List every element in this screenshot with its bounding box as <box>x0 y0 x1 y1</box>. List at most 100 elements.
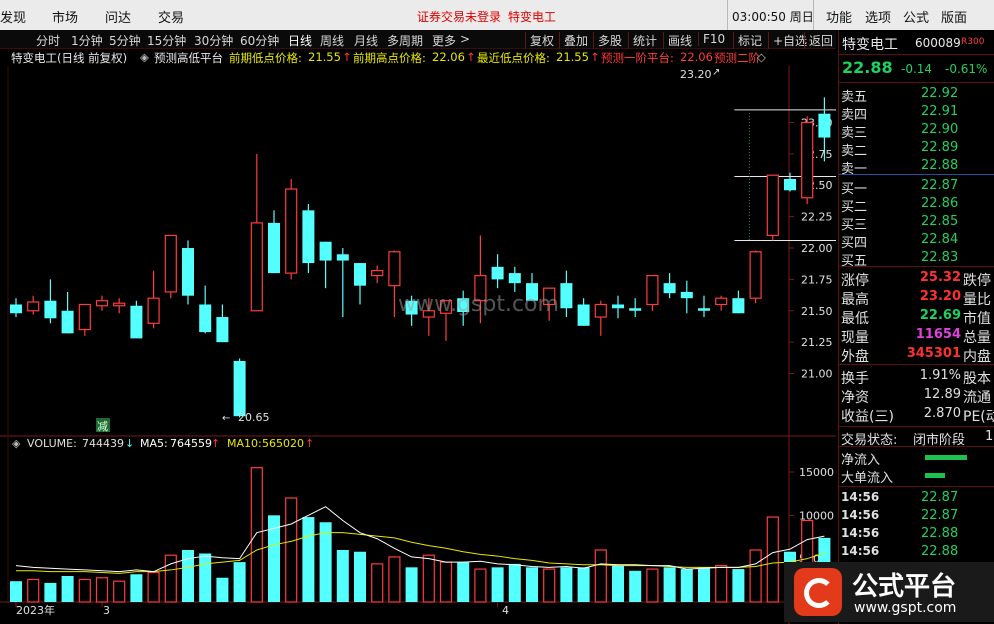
top-menu-bar: 发现 市场 问达 交易 证券交易未登录 特变电工 03:00:50 周日 功能 … <box>0 0 994 30</box>
volume-bar-down <box>130 574 143 602</box>
candle-body-up <box>801 121 814 199</box>
candle-body-down <box>216 317 229 343</box>
tick-price: 22.87 <box>921 490 959 505</box>
candle-body-up <box>766 174 779 237</box>
menu-function[interactable]: 功能 <box>826 7 852 26</box>
up-arrow-icon: ↑ <box>211 437 220 450</box>
sell-level-price: 22.90 <box>921 122 959 137</box>
tool-draw-line[interactable]: 画线 <box>663 32 692 49</box>
indicator-name[interactable]: 预测高低平台 <box>154 50 223 66</box>
tab-intraday[interactable]: 分时 <box>36 32 60 49</box>
tab-more[interactable]: 更多 <box>432 32 456 49</box>
menu-formula[interactable]: 公式 <box>903 7 929 26</box>
stat-value: 12.89 <box>923 387 961 402</box>
price-change: -0.14 <box>901 62 933 76</box>
volume-bar-down <box>732 569 745 602</box>
candle-body-down <box>680 291 693 299</box>
clock: 03:00:50 周日 <box>732 10 814 24</box>
date-label-year: 2023年 <box>16 603 55 617</box>
sell-level-label: 卖二 <box>841 144 868 159</box>
tab-30min[interactable]: 30分钟 <box>194 32 233 49</box>
candle-body-down <box>354 263 366 286</box>
stat-label: 最低 <box>841 311 869 327</box>
diamond-icon: ◇ <box>757 50 766 64</box>
volume-bar-down <box>560 567 573 602</box>
sell-level-price: 22.91 <box>921 104 959 119</box>
tool-multi-stock[interactable]: 多股 <box>593 32 622 49</box>
stat-value: 25.32 <box>919 270 961 285</box>
divider <box>813 0 814 30</box>
tool-adjust[interactable]: 复权 <box>525 32 554 49</box>
menu-wenda[interactable]: 问达 <box>105 7 131 26</box>
volume-bar-down <box>612 565 624 602</box>
menu-market[interactable]: 市场 <box>52 7 78 26</box>
stat-label: 净资 <box>841 390 869 406</box>
volume-bar-up <box>27 578 40 603</box>
stat-value: 2.870 <box>923 406 961 421</box>
tool-stats[interactable]: 统计 <box>628 32 657 49</box>
menu-discover[interactable]: 发现 <box>0 7 26 26</box>
tab-5min[interactable]: 5分钟 <box>109 32 141 49</box>
tool-back[interactable]: 返回 <box>804 32 833 49</box>
candle-body-down <box>268 222 280 274</box>
buy-level-label: 买三 <box>841 218 868 233</box>
tick-time: 14:56 <box>841 544 880 558</box>
stat-label: 涨停 <box>841 273 869 289</box>
settings-icon[interactable]: ◈ <box>140 50 149 64</box>
tool-f10[interactable]: F10 <box>698 32 725 46</box>
stat-label: 最高 <box>841 292 869 308</box>
volume-bar-up <box>543 568 556 603</box>
chevron-right-icon[interactable]: > <box>460 32 470 46</box>
candle-body-up <box>285 188 298 274</box>
buy-level-price: 22.87 <box>921 178 959 193</box>
volume-bar-down <box>216 577 229 602</box>
tab-weekly[interactable]: 周线 <box>320 32 344 49</box>
tool-mark[interactable]: 标记 <box>733 32 762 49</box>
volume-tick-label: 15000 <box>799 466 834 479</box>
menu-trade[interactable]: 交易 <box>158 7 184 26</box>
kline-chart[interactable]: 23.0022.7522.5022.2522.0021.7521.5021.25… <box>0 66 836 624</box>
price-tick-label: 21.50 <box>801 305 833 318</box>
tab-monthly[interactable]: 月线 <box>354 32 378 49</box>
tab-60min[interactable]: 60分钟 <box>240 32 279 49</box>
volume-ma5-line <box>15 506 825 573</box>
tool-add-watchlist[interactable]: +自选 <box>768 32 807 49</box>
menu-options[interactable]: 选项 <box>865 7 891 26</box>
indicator-field-value: 21.55 <box>556 50 589 64</box>
candle-body-down <box>233 360 246 417</box>
tab-multi-period[interactable]: 多周期 <box>387 32 423 49</box>
stock-name: 特变电工 <box>842 37 898 53</box>
candle-body-down <box>61 310 74 334</box>
volume-bar-down <box>10 581 22 602</box>
ma10-label: MA10: <box>227 437 262 450</box>
brand-logo: 公式平台 www.gspt.com <box>784 562 994 622</box>
tab-15min[interactable]: 15分钟 <box>147 32 186 49</box>
indicator-field-value: 21.55 <box>308 50 341 64</box>
tab-daily[interactable]: 日线 <box>288 32 312 49</box>
tool-overlay[interactable]: 叠加 <box>559 32 588 49</box>
stock-title-link[interactable]: 特变电工 <box>508 8 556 25</box>
divider <box>839 486 994 487</box>
up-arrow-icon: ↑ <box>590 50 600 64</box>
volume-bar-up <box>285 497 298 603</box>
login-notice[interactable]: 证券交易未登录 <box>417 8 501 25</box>
volume-bar-down <box>508 563 521 602</box>
tick-time: 14:56 <box>841 526 880 540</box>
candle-body-up <box>371 269 384 277</box>
volume-bar-up <box>95 577 109 603</box>
stat-label: PE(动 <box>963 409 994 425</box>
sell-level-label: 卖五 <box>841 90 868 105</box>
candle-body-down <box>302 210 315 264</box>
candle-body-down <box>182 248 194 296</box>
volume-bar-down <box>680 569 693 602</box>
buy-level-label: 买四 <box>841 236 868 251</box>
chart-frame <box>0 66 836 624</box>
menu-layout[interactable]: 版面 <box>941 7 967 26</box>
tab-1min[interactable]: 1分钟 <box>71 32 103 49</box>
candle-body-down <box>784 178 796 191</box>
buy-level-price: 22.86 <box>921 196 959 211</box>
chart-title[interactable]: 特变电工(日线 前复权) <box>11 50 127 66</box>
settings-icon[interactable]: ◈ <box>12 437 21 450</box>
stat-value: 11654 <box>915 327 961 342</box>
volume-bar-up <box>422 554 435 603</box>
